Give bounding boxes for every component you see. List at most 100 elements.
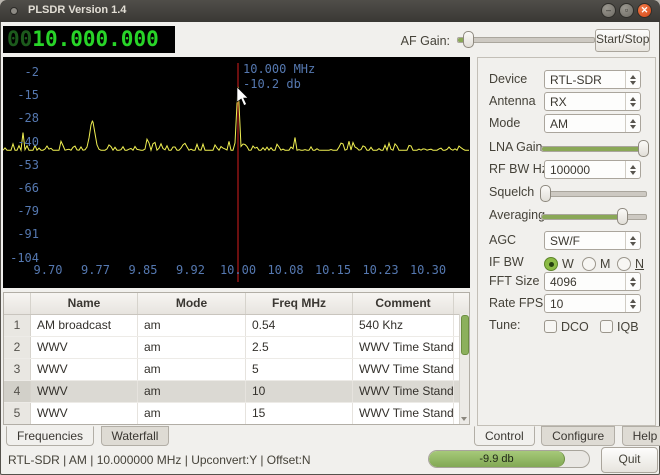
scrollbar-thumb[interactable] — [461, 315, 469, 355]
spectrum-trace — [3, 87, 469, 150]
spinner-arrows-icon[interactable] — [625, 273, 640, 290]
y-tick-label: -28 — [7, 111, 39, 125]
antenna-value: RX — [545, 95, 625, 109]
antenna-label: Antenna — [489, 92, 536, 111]
close-button[interactable]: ✕ — [637, 3, 652, 18]
af-gain-slider-handle[interactable] — [463, 31, 474, 48]
y-tick-label: -40 — [7, 135, 39, 149]
cell-name: WWV — [31, 381, 138, 402]
if-bw-radio-w[interactable]: W — [544, 255, 574, 273]
header-mode[interactable]: Mode — [138, 293, 246, 314]
agc-combo[interactable]: SW/F — [544, 231, 641, 250]
cursor-frequency-readout: 10.000 MHz — [243, 62, 315, 76]
squelch-slider-handle[interactable] — [540, 185, 551, 202]
cell-mode: am — [138, 359, 246, 380]
table-row[interactable]: 3WWVam5WWV Time Standard — [4, 359, 469, 381]
checkbox-icon — [600, 320, 613, 333]
header-row-number — [4, 293, 31, 314]
tab-control[interactable]: Control — [474, 426, 535, 446]
cell-freq: 2.5 — [246, 337, 353, 358]
header-name[interactable]: Name — [31, 293, 138, 314]
squelch-label: Squelch — [489, 183, 534, 202]
averaging-slider-handle[interactable] — [617, 208, 628, 225]
frequency-display[interactable]: 0010.000.000 — [3, 26, 175, 53]
header-freq[interactable]: Freq MHz — [246, 293, 353, 314]
minimize-button[interactable]: – — [601, 3, 616, 18]
antenna-combo[interactable]: RX — [544, 92, 641, 111]
if-bw-radio-n[interactable]: N — [617, 255, 644, 273]
mode-label: Mode — [489, 114, 520, 133]
fft-size-value: 4096 — [545, 275, 625, 289]
spinner-arrows-icon[interactable] — [625, 232, 640, 249]
af-gain-slider[interactable] — [457, 37, 595, 43]
table-row[interactable]: 1AM broadcastam0.54540 Khz — [4, 315, 469, 337]
table-row[interactable]: 4WWVam10WWV Time Standard — [4, 381, 469, 403]
spectrum-display[interactable]: -2-15-28-40-53-66-79-91-104 9.709.779.85… — [3, 57, 470, 288]
x-tick-label: 10.15 — [311, 263, 355, 277]
tune-dco-checkbox[interactable]: DCO — [544, 318, 589, 336]
squelch-slider[interactable] — [541, 191, 647, 197]
spinner-arrows-icon[interactable] — [625, 71, 640, 88]
spinner-arrows-icon[interactable] — [625, 295, 640, 312]
cell-freq: 5 — [246, 359, 353, 380]
cell-comment: WWV Time Standard — [353, 381, 454, 402]
checkbox-icon — [544, 320, 557, 333]
table-scrollbar[interactable] — [459, 314, 469, 424]
signal-level-fill: -9.9 db — [429, 451, 565, 467]
device-label: Device — [489, 70, 527, 89]
radio-icon — [617, 257, 631, 271]
device-combo[interactable]: RTL-SDR — [544, 70, 641, 89]
x-tick-label: 9.77 — [74, 263, 118, 277]
scrollbar-down-arrow-icon[interactable] — [461, 417, 467, 421]
table-row[interactable]: 5WWVam15WWV Time Standard — [4, 403, 469, 425]
fft-size-combo[interactable]: 4096 — [544, 272, 641, 291]
tab-help[interactable]: Help — [622, 426, 660, 446]
quit-button[interactable]: Quit — [601, 447, 658, 473]
y-tick-label: -15 — [7, 88, 39, 102]
tab-frequencies[interactable]: Frequencies — [6, 426, 94, 446]
lna-gain-label: LNA Gain — [489, 138, 543, 157]
cell-freq: 15 — [246, 403, 353, 424]
tab-configure[interactable]: Configure — [541, 426, 615, 446]
mode-combo[interactable]: AM — [544, 114, 641, 133]
tab-waterfall[interactable]: Waterfall — [101, 426, 170, 446]
header-comment[interactable]: Comment — [353, 293, 454, 314]
cell-comment: WWV Time Standard — [353, 403, 454, 424]
agc-value: SW/F — [545, 234, 625, 248]
cursor-db-readout: -10.2 db — [243, 77, 301, 91]
spinner-arrows-icon[interactable] — [625, 93, 640, 110]
start-stop-button[interactable]: Start/Stop — [595, 29, 650, 52]
cell-mode: am — [138, 315, 246, 336]
lna-gain-slider-handle[interactable] — [638, 140, 649, 157]
right-tab-bar: Control Configure Help — [474, 426, 660, 446]
titlebar[interactable]: PLSDR Version 1.4 – ▫ ✕ — [0, 0, 660, 22]
y-tick-label: -66 — [7, 181, 39, 195]
spinner-arrows-icon[interactable] — [625, 161, 640, 178]
radio-checked-icon — [544, 257, 558, 271]
cell-num: 4 — [4, 381, 31, 402]
lna-gain-slider[interactable] — [541, 146, 647, 152]
spinner-arrows-icon[interactable] — [625, 115, 640, 132]
left-tab-bar: Frequencies Waterfall — [6, 426, 171, 446]
frequency-leading-zeros: 00 — [7, 27, 32, 51]
maximize-button[interactable]: ▫ — [619, 3, 634, 18]
cell-comment: WWV Time Standard — [353, 337, 454, 358]
table-header-row: Name Mode Freq MHz Comment — [4, 293, 469, 315]
cell-num: 3 — [4, 359, 31, 380]
cell-comment: 540 Khz — [353, 315, 454, 336]
device-value: RTL-SDR — [545, 73, 625, 87]
tune-iqb-checkbox[interactable]: IQB — [600, 318, 639, 336]
averaging-label: Averaging — [489, 206, 545, 225]
table-row[interactable]: 2WWVam2.5WWV Time Standard — [4, 337, 469, 359]
averaging-slider[interactable] — [541, 214, 647, 220]
frequency-digits[interactable]: 10.000.000 — [32, 27, 158, 51]
rate-fps-combo[interactable]: 10 — [544, 294, 641, 313]
x-tick-label: 9.70 — [26, 263, 70, 277]
mode-value: AM — [545, 117, 625, 131]
spectrum-canvas — [3, 57, 470, 288]
if-bw-radio-m[interactable]: M — [582, 255, 610, 273]
window-menu-icon[interactable] — [10, 7, 18, 15]
af-gain-label: AF Gain: — [398, 34, 450, 48]
app-window: PLSDR Version 1.4 – ▫ ✕ 0010.000.000 AF … — [0, 0, 660, 475]
rf-bw-combo[interactable]: 100000 — [544, 160, 641, 179]
